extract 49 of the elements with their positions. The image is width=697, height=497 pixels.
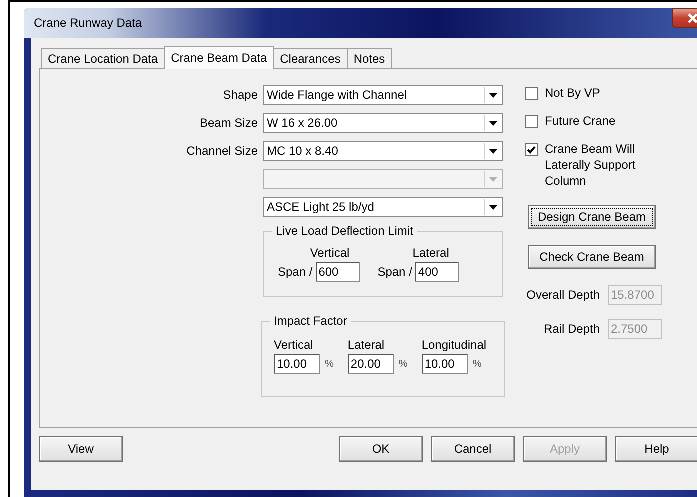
tab[interactable]: Crane Beam Data: [164, 46, 274, 69]
dropdown[interactable]: Wide Flange with Channel: [263, 85, 503, 105]
dropdown[interactable]: MC 10 x 8.40: [263, 141, 503, 161]
dropdown-arrow-icon: [488, 120, 498, 126]
group-title: Live Load Deflection Limit: [272, 224, 418, 238]
input-field[interactable]: 400: [415, 262, 460, 282]
field-label: Vertical: [310, 246, 350, 260]
field-label: Lateral: [412, 246, 450, 260]
field-label: Span /: [378, 265, 412, 279]
field-label: Shape: [223, 88, 258, 102]
window-title: Crane Runway Data: [34, 16, 142, 30]
group-title: Impact Factor: [270, 314, 352, 328]
tab[interactable]: Crane Location Data: [41, 48, 166, 68]
field-label: Longitudinal: [422, 338, 487, 352]
dropdown-arrow-icon: [488, 92, 498, 98]
checkbox[interactable]: [525, 87, 538, 100]
dialog-button[interactable]: View: [39, 436, 123, 462]
dialog-button[interactable]: OK: [339, 436, 423, 462]
field-label: Vertical: [274, 338, 314, 352]
action-button[interactable]: Design Crane Beam: [528, 205, 656, 229]
checkbox-label: Not By VP: [545, 85, 600, 101]
dropdown[interactable]: ASCE Light 25 lb/yd: [263, 197, 503, 217]
input-field[interactable]: 10.00: [422, 354, 468, 374]
tab[interactable]: Notes: [346, 48, 392, 68]
dropdown-arrow-icon: [488, 148, 498, 154]
checkmark-icon: [527, 146, 536, 154]
field-label: Beam Size: [200, 116, 258, 130]
field-label: Span /: [278, 265, 313, 279]
dropdown-arrow-icon: [488, 176, 498, 182]
field-label: Channel Size: [186, 144, 258, 158]
action-button[interactable]: Check Crane Beam: [528, 245, 656, 269]
dropdown[interactable]: W 16 x 26.00: [263, 113, 503, 133]
checkbox[interactable]: [525, 143, 538, 156]
unit-label: %: [398, 358, 408, 370]
dialog-button[interactable]: Help: [615, 436, 697, 462]
input-field[interactable]: 600: [316, 262, 360, 282]
checkbox[interactable]: [525, 115, 538, 128]
dropdown-arrow-icon: [488, 204, 498, 210]
field-label: Lateral: [348, 338, 386, 352]
checkbox-label: Crane Beam Will Laterally Support Column: [545, 141, 637, 189]
checkbox-label: Future Crane: [545, 113, 616, 129]
input-field[interactable]: 20.00: [348, 354, 394, 374]
unit-label: %: [325, 358, 334, 370]
close-icon: [687, 12, 697, 24]
input-field[interactable]: 10.00: [274, 354, 320, 374]
field-label: Rail Depth: [544, 322, 600, 336]
unit-label: %: [472, 358, 482, 370]
field-label: Overall Depth: [526, 288, 600, 302]
dialog-button[interactable]: Cancel: [431, 436, 515, 462]
